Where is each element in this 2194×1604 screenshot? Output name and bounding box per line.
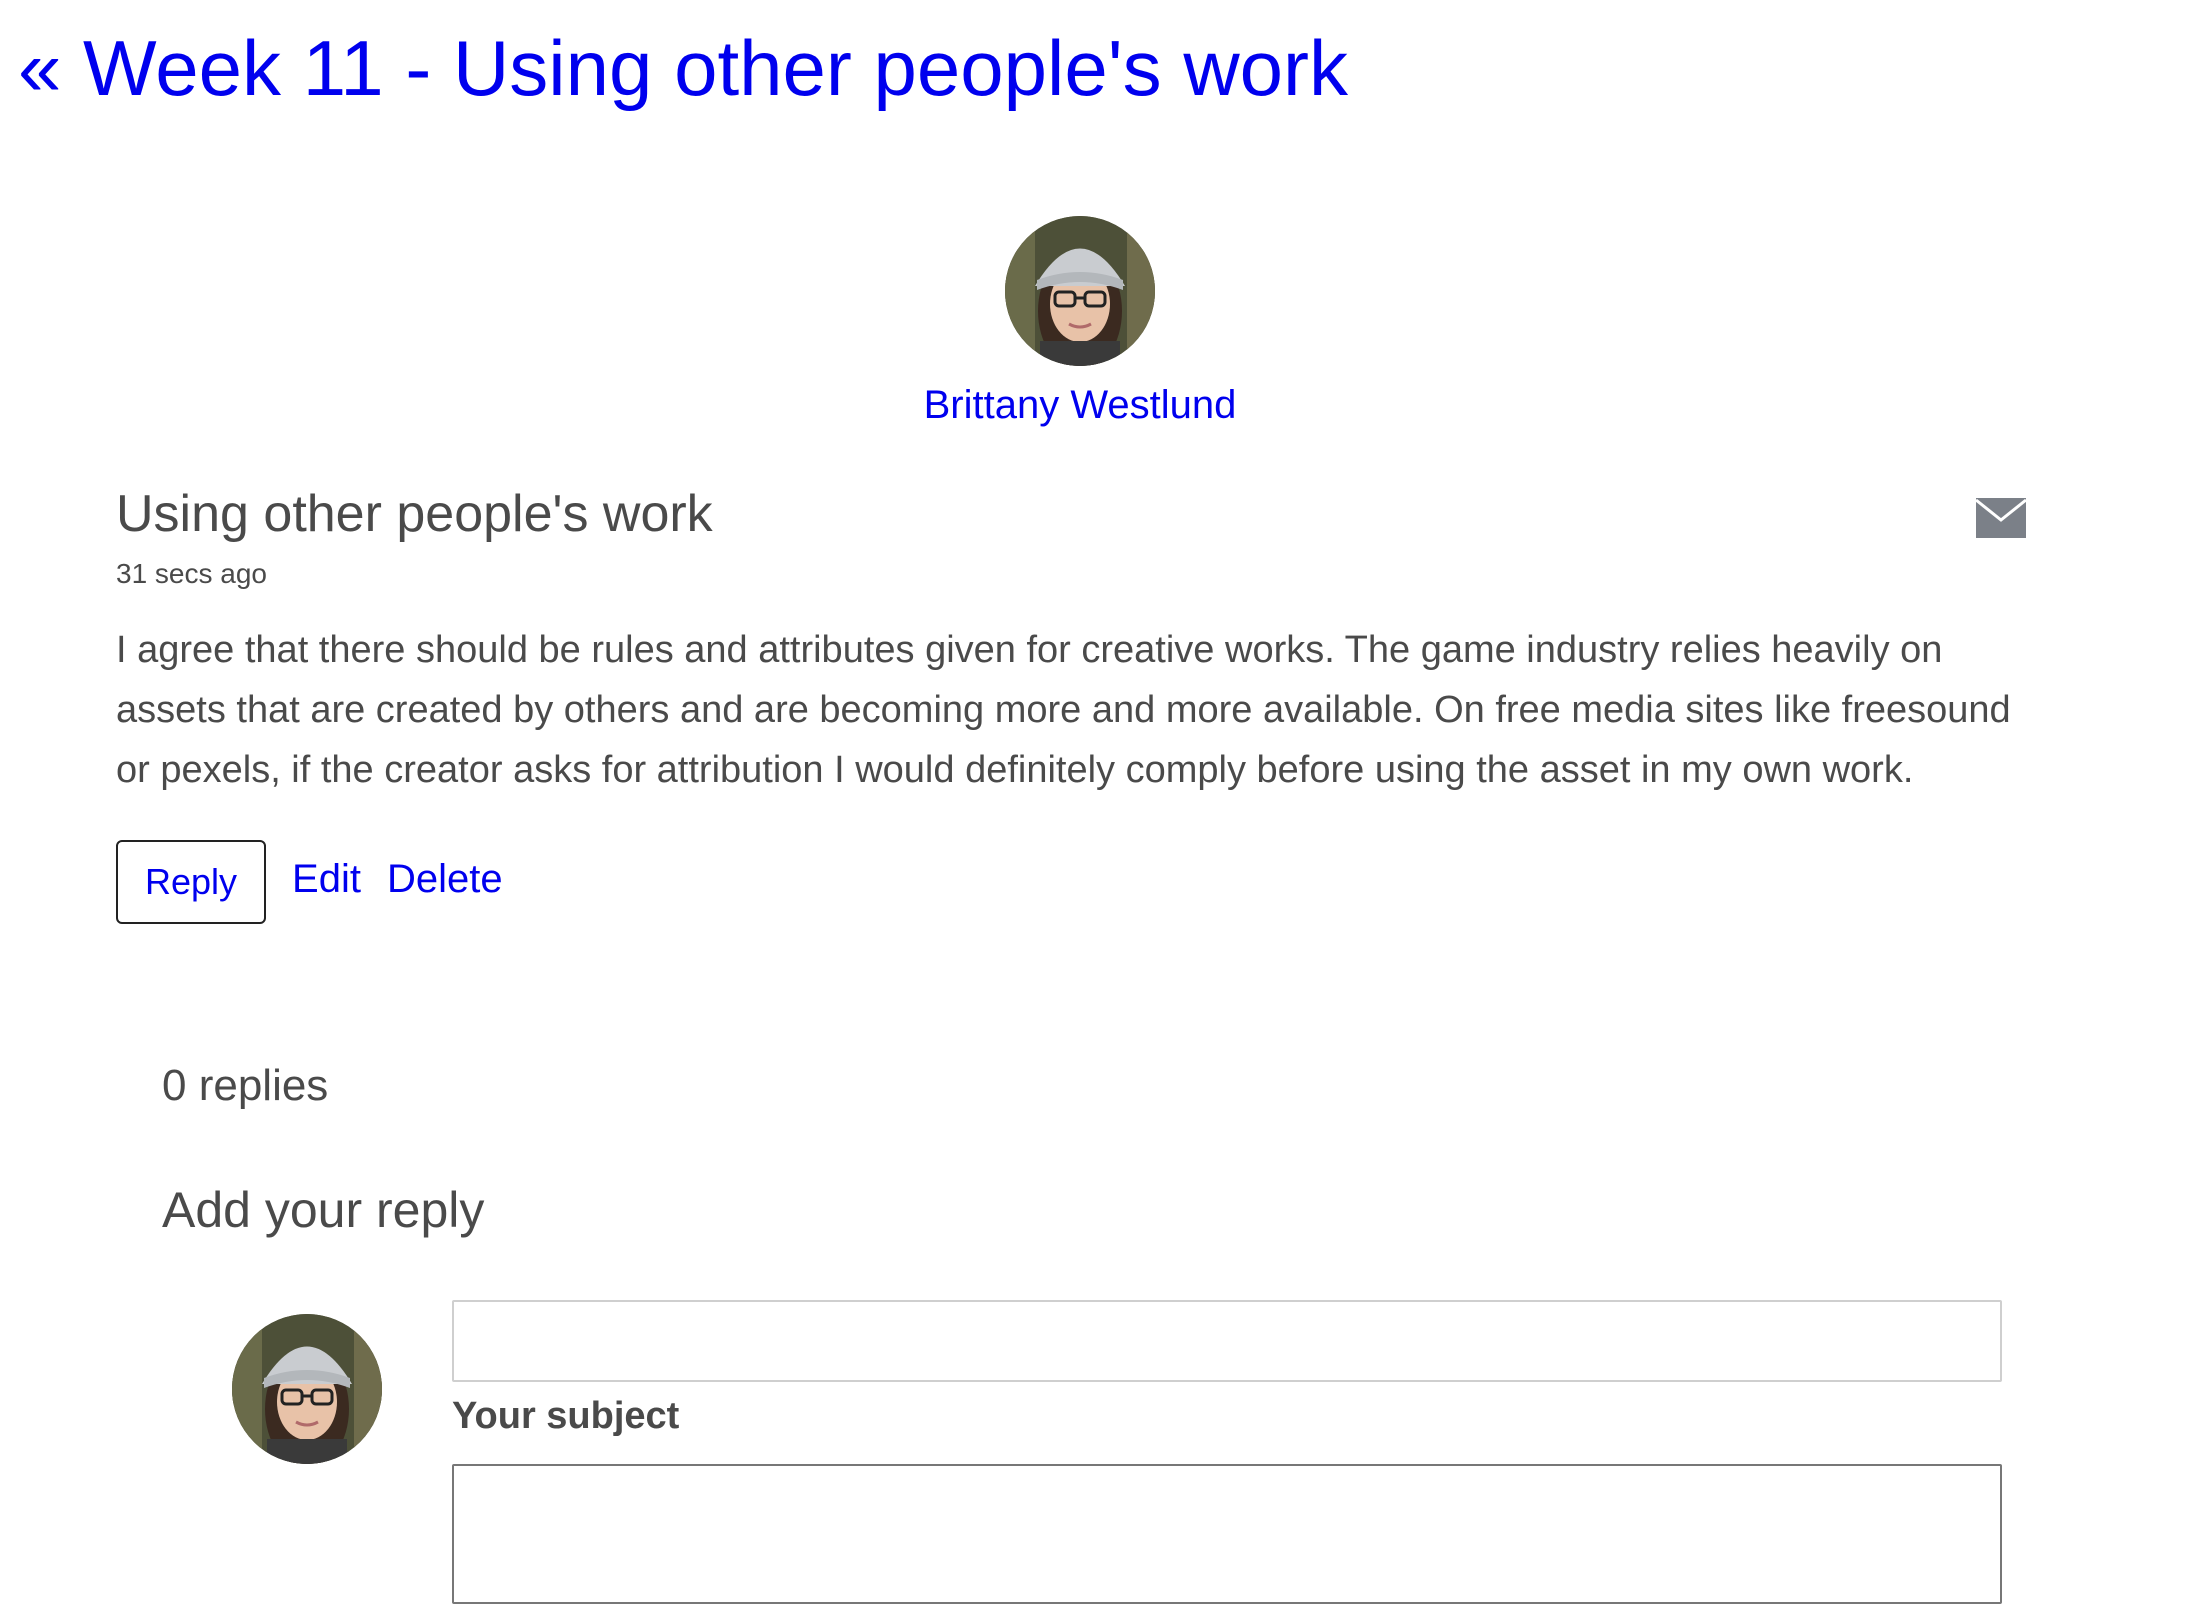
reply-user-avatar [232,1314,382,1464]
subject-label: Your subject [452,1395,680,1437]
envelope-icon[interactable] [1976,498,2026,538]
subject-input[interactable] [452,1300,2002,1382]
post-actions: Reply Edit Delete [116,840,2026,924]
reply-button[interactable]: Reply [116,840,267,924]
post-title: Using other people's work [116,485,713,543]
post-body: I agree that there should be rules and a… [116,629,2011,791]
author-name-link[interactable]: Brittany Westlund [0,379,2160,431]
user-photo-icon [232,1314,382,1464]
author-avatar[interactable] [1005,216,1155,366]
reply-body-textarea[interactable] [452,1464,2002,1604]
delete-link[interactable]: Delete [387,857,503,902]
back-to-week-link[interactable]: « Week 11 - Using other people's work [18,20,1348,116]
post-author: Brittany Westlund [0,216,2160,431]
add-reply-heading: Add your reply [162,1182,485,1238]
post: Using other people's work 31 secs ago I … [116,480,2026,924]
post-timestamp: 31 secs ago [116,558,267,589]
edit-link[interactable]: Edit [292,857,361,902]
user-photo-icon [1005,216,1155,366]
replies-count: 0 replies [162,1061,329,1110]
